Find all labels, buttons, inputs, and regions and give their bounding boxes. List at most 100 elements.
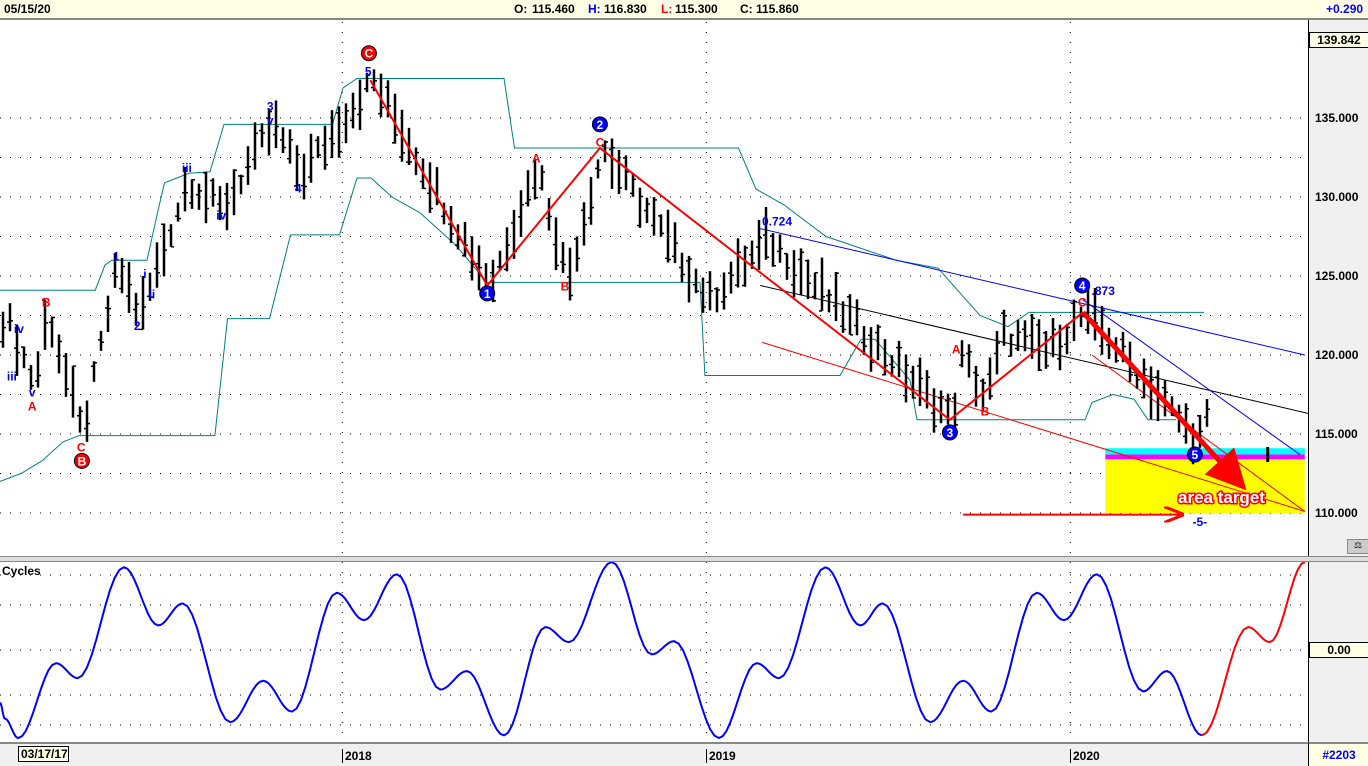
- price-tick: 130.000: [1315, 190, 1359, 204]
- price-bar: [287, 129, 293, 164]
- price-bar: [336, 106, 342, 158]
- price-bar: [280, 127, 286, 154]
- wave-label: ii: [149, 287, 156, 301]
- price-tick: 120.000: [1315, 348, 1359, 362]
- price-bar: [350, 92, 356, 129]
- price-bar: [714, 287, 720, 313]
- price-bar: [63, 352, 69, 397]
- price-tick: 125.000: [1315, 269, 1359, 283]
- price-bar: [791, 250, 797, 298]
- price-bar: [77, 406, 83, 433]
- price-bar: [7, 303, 13, 332]
- price-tick: 115.000: [1315, 427, 1358, 441]
- price-bar: [686, 255, 692, 303]
- wave-label: 3: [947, 426, 954, 440]
- price-bar: [1204, 399, 1210, 427]
- price-bar: [868, 327, 874, 372]
- price-bar: [161, 223, 167, 277]
- wave-label: i: [143, 267, 146, 281]
- price-bar: [140, 275, 146, 331]
- wave-label: 2: [134, 319, 141, 333]
- price-bar: [308, 133, 314, 183]
- wave-label: C: [1078, 295, 1087, 309]
- price-bar: [126, 262, 132, 313]
- price-bar: [252, 122, 258, 170]
- price-bar: [595, 159, 601, 179]
- price-chart[interactable]: area targetiiiivvABCB12iiiiiiiv3v4C51AB2…: [0, 0, 1308, 764]
- scale-icon[interactable]: ⚖: [1347, 539, 1368, 554]
- price-tick: 110.000: [1315, 506, 1358, 520]
- price-bar: [644, 197, 650, 223]
- price-bar: [210, 178, 216, 207]
- price-bar: [721, 272, 727, 310]
- price-bar: [616, 150, 622, 195]
- wave-label: 1: [113, 249, 120, 263]
- wave-label: C: [77, 441, 86, 455]
- price-bar: [798, 248, 804, 296]
- target-zone-cyan: [1105, 448, 1305, 455]
- wave-label: 4: [295, 182, 302, 196]
- price-bar: [770, 233, 776, 267]
- price-bar: [693, 268, 699, 294]
- price-bar: [357, 79, 363, 131]
- price-bar: [21, 346, 27, 369]
- price-bar: [630, 173, 636, 197]
- price-bar: [623, 155, 629, 191]
- price-bar: [833, 271, 839, 321]
- price-bar: [966, 344, 972, 378]
- cycles-title: Cycles: [2, 564, 41, 578]
- red-channel-lower: [762, 341, 1305, 512]
- envelope-lower: [0, 177, 1176, 482]
- wave-label: iv: [14, 322, 24, 336]
- price-bar: [707, 271, 713, 311]
- wave-label: B: [981, 404, 990, 418]
- price-bar: [637, 187, 643, 228]
- price-bar: [854, 299, 860, 336]
- wave-label: iii: [7, 370, 17, 384]
- wave-label: A: [28, 400, 37, 414]
- cycle-projection-line: [1201, 561, 1306, 737]
- wave-label: B: [561, 279, 570, 293]
- price-bar: [784, 252, 790, 280]
- price-bar: [658, 214, 664, 237]
- price-bar: [35, 351, 41, 388]
- price-bar: [574, 236, 580, 272]
- time-axis[interactable]: 03/17/17 2018 2019 2020: [0, 742, 1308, 766]
- price-bar: [175, 202, 181, 222]
- price-bar: [539, 165, 545, 191]
- price-bar: [847, 294, 853, 336]
- chart-id: #2203: [1308, 742, 1368, 766]
- price-bar: [56, 334, 62, 374]
- panel-divider[interactable]: [0, 556, 1368, 562]
- price-bar: [231, 169, 237, 216]
- wave-label: 4: [1079, 279, 1086, 293]
- price-axis[interactable]: 139.842 135.000 130.000 125.000 120.000 …: [1308, 20, 1368, 556]
- price-bar: [322, 125, 328, 170]
- price-bar: [0, 311, 6, 348]
- price-bar: [679, 252, 685, 283]
- price-bar: [196, 183, 202, 210]
- price-bar: [301, 153, 307, 200]
- price-bar: [1043, 330, 1049, 369]
- price-bar: [840, 301, 846, 333]
- cycles-axis[interactable]: 0.00: [1308, 562, 1368, 742]
- wave-label: 1: [484, 287, 491, 301]
- price-bar: [1148, 366, 1154, 420]
- price-tick: 135.000: [1315, 111, 1359, 125]
- area-target-label: area target: [1178, 488, 1265, 507]
- price-bar: [651, 197, 657, 236]
- wave-label: v: [267, 114, 274, 128]
- price-bar: [203, 171, 209, 224]
- wave-label: B: [42, 295, 51, 309]
- price-bar: [1001, 309, 1007, 346]
- wave-label: 0.724: [762, 215, 792, 229]
- wave-label: C: [596, 136, 605, 150]
- price-bar: [525, 170, 531, 207]
- price-bar: [49, 316, 55, 348]
- wave-label: 2: [597, 118, 604, 132]
- price-bar: [168, 224, 174, 248]
- wave-label: 5: [365, 65, 372, 79]
- price-bar: [553, 217, 559, 271]
- price-bar: [812, 271, 818, 300]
- price-bar: [805, 259, 811, 300]
